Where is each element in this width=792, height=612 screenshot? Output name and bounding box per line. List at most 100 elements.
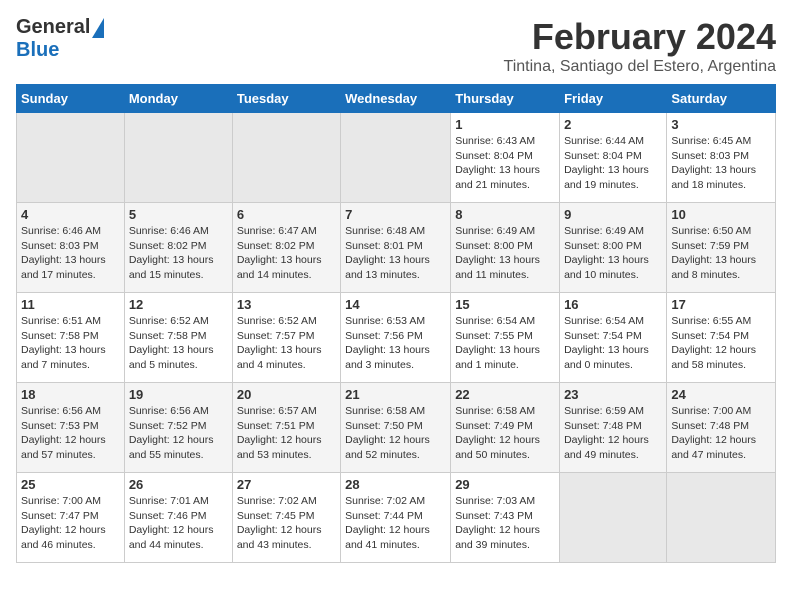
day-info: Sunrise: 6:58 AMSunset: 7:49 PMDaylight:… bbox=[455, 404, 555, 463]
calendar-cell: 28 Sunrise: 7:02 AMSunset: 7:44 PMDayligh… bbox=[341, 473, 451, 563]
calendar-cell: 21Sunrise: 6:58 AMSunset: 7:50 PMDayligh… bbox=[341, 383, 451, 473]
day-info: Sunrise: 6:56 AMSunset: 7:52 PMDaylight:… bbox=[129, 404, 228, 463]
day-info: Sunrise: 6:51 AMSunset: 7:58 PMDaylight:… bbox=[21, 314, 120, 373]
day-info: Sunrise: 6:50 AMSunset: 7:59 PMDaylight:… bbox=[671, 224, 771, 283]
calendar-cell bbox=[17, 113, 125, 203]
calendar-cell: 27Sunrise: 7:02 AMSunset: 7:45 PMDayligh… bbox=[232, 473, 340, 563]
day-number: 5 bbox=[129, 207, 228, 222]
day-number: 11 bbox=[21, 297, 120, 312]
day-header-thursday: Thursday bbox=[451, 85, 560, 113]
calendar-cell: 20 Sunrise: 6:57 AMSunset: 7:51 PMDayligh… bbox=[232, 383, 340, 473]
day-number: 20 bbox=[237, 387, 336, 402]
day-number: 24 bbox=[671, 387, 771, 402]
day-number: 4 bbox=[21, 207, 120, 222]
day-info: Sunrise: 7:00 AMSunset: 7:48 PMDaylight:… bbox=[671, 404, 771, 463]
calendar-cell: 13 Sunrise: 6:52 AMSunset: 7:57 PMDayligh… bbox=[232, 293, 340, 383]
calendar-cell: 3Sunrise: 6:45 AMSunset: 8:03 PMDaylight… bbox=[667, 113, 776, 203]
calendar-cell: 26 Sunrise: 7:01 AMSunset: 7:46 PMDayligh… bbox=[124, 473, 232, 563]
day-info: Sunrise: 6:47 AMSunset: 8:02 PMDaylight:… bbox=[237, 224, 336, 283]
day-info: Sunrise: 6:49 AMSunset: 8:00 PMDaylight:… bbox=[564, 224, 662, 283]
calendar-cell: 4 Sunrise: 6:46 AMSunset: 8:03 PMDaylight… bbox=[17, 203, 125, 293]
day-number: 8 bbox=[455, 207, 555, 222]
calendar-cell bbox=[341, 113, 451, 203]
day-info: Sunrise: 7:02 AMSunset: 7:44 PMDaylight:… bbox=[345, 494, 446, 553]
calendar-cell: 22Sunrise: 6:58 AMSunset: 7:49 PMDayligh… bbox=[451, 383, 560, 473]
calendar-cell bbox=[124, 113, 232, 203]
day-header-friday: Friday bbox=[560, 85, 667, 113]
logo-blue: Blue bbox=[16, 39, 59, 62]
day-header-saturday: Saturday bbox=[667, 85, 776, 113]
day-number: 7 bbox=[345, 207, 446, 222]
calendar-cell: 12 Sunrise: 6:52 AMSunset: 7:58 PMDayligh… bbox=[124, 293, 232, 383]
week-row-1: 1 Sunrise: 6:43 AMSunset: 8:04 PMDaylight… bbox=[17, 113, 776, 203]
day-info: Sunrise: 6:43 AMSunset: 8:04 PMDaylight:… bbox=[455, 134, 555, 193]
day-info: Sunrise: 7:00 AMSunset: 7:47 PMDaylight:… bbox=[21, 494, 120, 553]
day-info: Sunrise: 6:44 AMSunset: 8:04 PMDaylight:… bbox=[564, 134, 662, 193]
day-number: 17 bbox=[671, 297, 771, 312]
day-number: 26 bbox=[129, 477, 228, 492]
calendar-cell: 14 Sunrise: 6:53 AMSunset: 7:56 PMDayligh… bbox=[341, 293, 451, 383]
day-number: 13 bbox=[237, 297, 336, 312]
calendar-cell: 2 Sunrise: 6:44 AMSunset: 8:04 PMDaylight… bbox=[560, 113, 667, 203]
day-info: Sunrise: 6:49 AMSunset: 8:00 PMDaylight:… bbox=[455, 224, 555, 283]
day-header-tuesday: Tuesday bbox=[232, 85, 340, 113]
day-info: Sunrise: 6:57 AMSunset: 7:51 PMDaylight:… bbox=[237, 404, 336, 463]
calendar-cell: 6 Sunrise: 6:47 AMSunset: 8:02 PMDaylight… bbox=[232, 203, 340, 293]
calendar: SundayMondayTuesdayWednesdayThursdayFrid… bbox=[16, 84, 776, 563]
day-number: 15 bbox=[455, 297, 555, 312]
calendar-cell: 1 Sunrise: 6:43 AMSunset: 8:04 PMDaylight… bbox=[451, 113, 560, 203]
logo-general: General bbox=[16, 16, 90, 39]
day-number: 9 bbox=[564, 207, 662, 222]
calendar-cell: 7Sunrise: 6:48 AMSunset: 8:01 PMDaylight… bbox=[341, 203, 451, 293]
logo-triangle-icon bbox=[92, 18, 104, 38]
calendar-cell: 17 Sunrise: 6:55 AMSunset: 7:54 PMDayligh… bbox=[667, 293, 776, 383]
calendar-cell: 23 Sunrise: 6:59 AMSunset: 7:48 PMDayligh… bbox=[560, 383, 667, 473]
week-row-4: 18Sunrise: 6:56 AMSunset: 7:53 PMDayligh… bbox=[17, 383, 776, 473]
calendar-cell: 10 Sunrise: 6:50 AMSunset: 7:59 PMDayligh… bbox=[667, 203, 776, 293]
day-number: 14 bbox=[345, 297, 446, 312]
day-header-wednesday: Wednesday bbox=[341, 85, 451, 113]
calendar-cell: 15 Sunrise: 6:54 AMSunset: 7:55 PMDayligh… bbox=[451, 293, 560, 383]
calendar-cell bbox=[232, 113, 340, 203]
day-header-monday: Monday bbox=[124, 85, 232, 113]
day-number: 16 bbox=[564, 297, 662, 312]
day-info: Sunrise: 6:59 AMSunset: 7:48 PMDaylight:… bbox=[564, 404, 662, 463]
day-info: Sunrise: 7:01 AMSunset: 7:46 PMDaylight:… bbox=[129, 494, 228, 553]
logo: General Blue bbox=[16, 16, 104, 62]
day-number: 1 bbox=[455, 117, 555, 132]
day-info: Sunrise: 6:55 AMSunset: 7:54 PMDaylight:… bbox=[671, 314, 771, 373]
title-area: February 2024 Tintina, Santiago del Este… bbox=[504, 16, 776, 76]
week-row-3: 11 Sunrise: 6:51 AMSunset: 7:58 PMDayligh… bbox=[17, 293, 776, 383]
day-number: 12 bbox=[129, 297, 228, 312]
day-info: Sunrise: 6:46 AMSunset: 8:03 PMDaylight:… bbox=[21, 224, 120, 283]
calendar-cell: 29 Sunrise: 7:03 AMSunset: 7:43 PMDayligh… bbox=[451, 473, 560, 563]
day-number: 3 bbox=[671, 117, 771, 132]
day-info: Sunrise: 6:52 AMSunset: 7:58 PMDaylight:… bbox=[129, 314, 228, 373]
calendar-cell: 25 Sunrise: 7:00 AMSunset: 7:47 PMDayligh… bbox=[17, 473, 125, 563]
calendar-header-row: SundayMondayTuesdayWednesdayThursdayFrid… bbox=[17, 85, 776, 113]
day-number: 25 bbox=[21, 477, 120, 492]
calendar-cell: 19Sunrise: 6:56 AMSunset: 7:52 PMDayligh… bbox=[124, 383, 232, 473]
calendar-cell: 16Sunrise: 6:54 AMSunset: 7:54 PMDayligh… bbox=[560, 293, 667, 383]
day-number: 2 bbox=[564, 117, 662, 132]
day-info: Sunrise: 6:46 AMSunset: 8:02 PMDaylight:… bbox=[129, 224, 228, 283]
week-row-2: 4 Sunrise: 6:46 AMSunset: 8:03 PMDaylight… bbox=[17, 203, 776, 293]
day-info: Sunrise: 7:03 AMSunset: 7:43 PMDaylight:… bbox=[455, 494, 555, 553]
main-title: February 2024 bbox=[504, 16, 776, 58]
day-info: Sunrise: 6:54 AMSunset: 7:55 PMDaylight:… bbox=[455, 314, 555, 373]
day-number: 29 bbox=[455, 477, 555, 492]
calendar-cell: 5 Sunrise: 6:46 AMSunset: 8:02 PMDaylight… bbox=[124, 203, 232, 293]
day-info: Sunrise: 6:53 AMSunset: 7:56 PMDaylight:… bbox=[345, 314, 446, 373]
day-number: 21 bbox=[345, 387, 446, 402]
calendar-cell: 11 Sunrise: 6:51 AMSunset: 7:58 PMDayligh… bbox=[17, 293, 125, 383]
day-info: Sunrise: 6:56 AMSunset: 7:53 PMDaylight:… bbox=[21, 404, 120, 463]
day-number: 6 bbox=[237, 207, 336, 222]
calendar-cell: 8 Sunrise: 6:49 AMSunset: 8:00 PMDaylight… bbox=[451, 203, 560, 293]
calendar-cell: 24 Sunrise: 7:00 AMSunset: 7:48 PMDayligh… bbox=[667, 383, 776, 473]
day-number: 23 bbox=[564, 387, 662, 402]
day-number: 28 bbox=[345, 477, 446, 492]
day-info: Sunrise: 6:52 AMSunset: 7:57 PMDaylight:… bbox=[237, 314, 336, 373]
calendar-cell: 9 Sunrise: 6:49 AMSunset: 8:00 PMDaylight… bbox=[560, 203, 667, 293]
subtitle: Tintina, Santiago del Estero, Argentina bbox=[504, 58, 776, 76]
day-number: 10 bbox=[671, 207, 771, 222]
